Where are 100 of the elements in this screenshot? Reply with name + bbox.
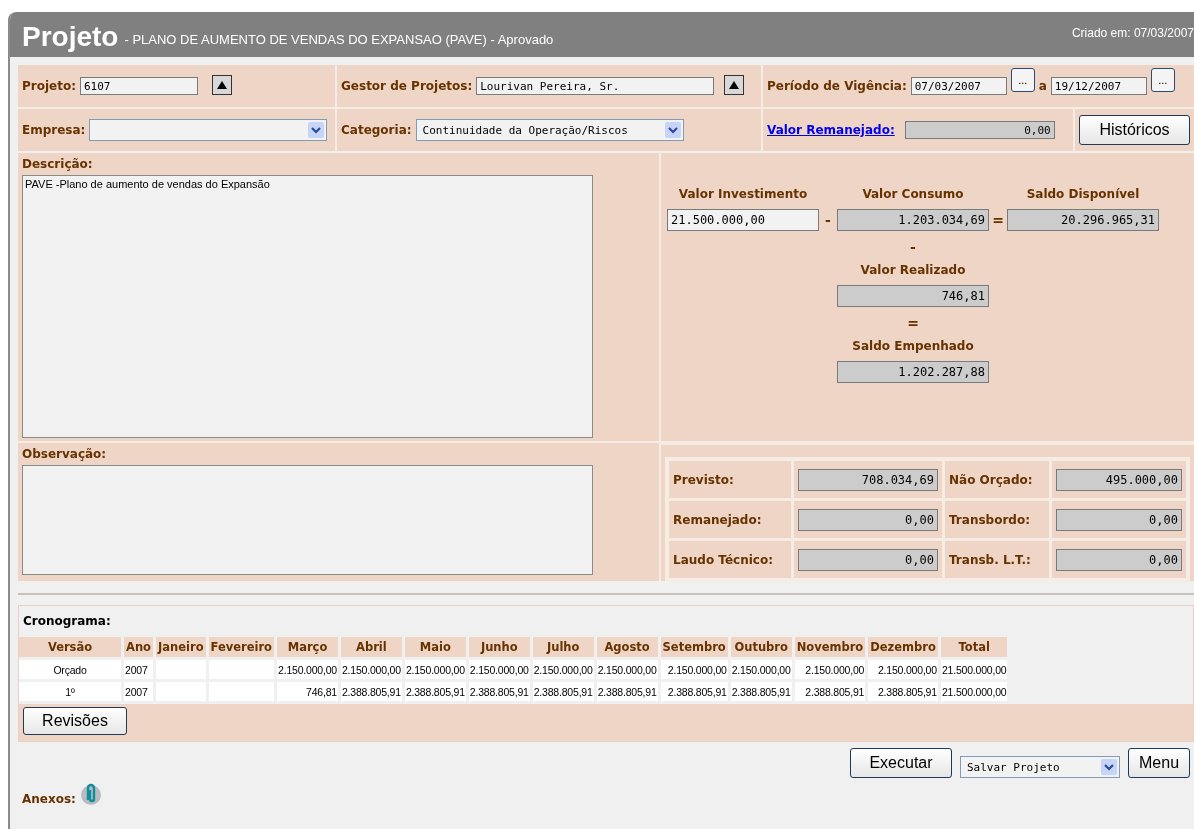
history-button[interactable]: Históricos	[1079, 115, 1190, 145]
column-header: Março	[277, 637, 338, 657]
column-header: Setembro	[660, 637, 728, 657]
field-label: Empresa:	[22, 123, 86, 137]
column-header: Julho	[532, 637, 594, 657]
equals-sign: =	[907, 315, 919, 331]
table-cell: Orçado	[19, 660, 121, 679]
summary-label: Transb. L.T.:	[949, 552, 1031, 567]
reallocated-value-field[interactable]: 0,00	[904, 121, 1055, 139]
column-label: Valor Consumo	[862, 187, 964, 201]
table-cell: 2.150.000,00	[532, 660, 594, 679]
end-date-field[interactable]: 19/12/2007	[1050, 77, 1147, 95]
description-field[interactable]: PAVE -Plano de aumento de vendas do Expansão	[22, 175, 593, 438]
up-arrow-icon	[729, 81, 740, 89]
column-label: Valor Investimento	[678, 187, 808, 201]
execute-button[interactable]: Executar	[850, 748, 952, 778]
field-label: Categoria:	[341, 123, 412, 137]
column-header: Fevereiro	[208, 637, 275, 657]
table-cell: 2.150.000,00	[468, 660, 530, 679]
column-label: Saldo Empenhado	[852, 339, 974, 353]
table-cell: 2.150.000,00	[794, 660, 866, 679]
table-cell: 2.388.805,91	[404, 682, 466, 701]
lookup-button[interactable]	[724, 75, 745, 95]
table-cell: 2.388.805,91	[730, 682, 792, 701]
summary-value-field[interactable]: 0,00	[1056, 548, 1182, 571]
column-header: Agosto	[596, 637, 658, 657]
revisions-button[interactable]: Revisões	[23, 707, 127, 735]
created-date: Criado em: 07/03/2007	[1071, 26, 1194, 40]
column-header: Dezembro	[868, 637, 938, 657]
consumption-field[interactable]: 1.203.034,69	[837, 209, 989, 231]
table-cell: 2.150.000,00	[404, 660, 466, 679]
table-cell: 2.150.000,00	[340, 660, 402, 679]
table-cell: 2.150.000,00	[730, 660, 792, 679]
page-title: Projeto	[22, 20, 119, 54]
paperclip-icon[interactable]	[79, 782, 102, 806]
field-label: Descrição:	[22, 157, 94, 171]
table-cell: 2.150.000,00	[277, 660, 338, 679]
column-header: Abril	[340, 637, 402, 657]
category-select[interactable]: Continuidade da Operação/Riscos	[415, 119, 684, 141]
equals-sign: =	[992, 212, 1004, 228]
field-label: Observação:	[22, 447, 108, 461]
summary-value-field[interactable]: 0,00	[1056, 508, 1182, 531]
table-cell: 2.150.000,00	[868, 660, 938, 679]
column-header: Maio	[404, 637, 466, 657]
date-picker-button[interactable]: ...	[1150, 68, 1175, 92]
column-header: Ano	[124, 637, 153, 657]
table-cell: 2.388.805,91	[794, 682, 866, 701]
summary-value-field[interactable]: 708.034,69	[798, 468, 938, 491]
summary-label: Remanejado:	[673, 512, 762, 527]
table-cell: 2.388.805,91	[340, 682, 402, 701]
minus-sign: -	[910, 239, 916, 255]
summary-label: Não Orçado:	[949, 472, 1033, 487]
date-picker-button[interactable]: ...	[1010, 68, 1035, 92]
action-select[interactable]: Salvar Projeto	[960, 756, 1120, 778]
page-subtitle: - PLANO DE AUMENTO DE VENDAS DO EXPANSAO (PAVE) - Aprovado	[124, 32, 555, 48]
summary-label: Laudo Técnico:	[673, 552, 773, 567]
table-cell: 2.150.000,00	[596, 660, 658, 679]
column-header: Junho	[468, 637, 530, 657]
summary-value-field[interactable]: 0,00	[798, 548, 938, 571]
column-header: Versão	[19, 637, 121, 657]
committed-balance-field[interactable]: 1.202.287,88	[837, 361, 989, 383]
table-cell: 746,81	[277, 682, 338, 701]
table-cell: 2.388.805,91	[596, 682, 658, 701]
start-date-field[interactable]: 07/03/2007	[910, 77, 1007, 95]
menu-button[interactable]: Menu	[1128, 748, 1190, 778]
lookup-button[interactable]	[212, 75, 232, 95]
reallocated-value-link[interactable]: Valor Remanejado:	[767, 123, 895, 137]
company-select[interactable]	[89, 119, 328, 141]
column-header: Janeiro	[156, 637, 206, 657]
table-cell: 2007	[124, 660, 153, 679]
table-cell: 2007	[124, 682, 153, 701]
attachments-label: Anexos:	[22, 792, 76, 806]
table-cell: 21.500.000,00	[940, 682, 1008, 701]
summary-value-field[interactable]: 495.000,00	[1056, 468, 1182, 491]
table-cell: 2.388.805,91	[468, 682, 530, 701]
table-cell: 21.500.000,00	[940, 660, 1008, 679]
available-balance-field[interactable]: 20.296.965,31	[1007, 209, 1159, 231]
table-cell: 2.150.000,00	[660, 660, 728, 679]
investment-field[interactable]: 21.500.000,00	[667, 209, 819, 231]
column-header: Total	[940, 637, 1008, 657]
field-label: Gestor de Projetos:	[341, 79, 473, 93]
up-arrow-icon	[217, 81, 227, 89]
column-header: Novembro	[794, 637, 866, 657]
table-cell: 2.388.805,91	[660, 682, 728, 701]
column-label: Valor Realizado	[860, 263, 966, 277]
range-separator: a	[1038, 79, 1047, 93]
summary-label: Previsto:	[673, 472, 734, 487]
summary-label: Transbordo:	[949, 512, 1030, 527]
table-cell: 2.388.805,91	[532, 682, 594, 701]
section-title: Cronograma:	[22, 613, 112, 630]
observation-field[interactable]	[22, 465, 593, 575]
project-field[interactable]: 6107	[80, 77, 198, 95]
column-header: Outubro	[730, 637, 792, 657]
minus-sign: -	[825, 212, 831, 228]
table-cell: 1º	[19, 682, 121, 701]
summary-value-field[interactable]: 0,00	[798, 508, 938, 531]
column-label: Saldo Disponível	[1026, 187, 1140, 201]
realized-value-field[interactable]: 746,81	[837, 285, 989, 307]
field-label: Projeto:	[22, 79, 76, 93]
manager-field[interactable]: Lourivan Pereira, Sr.	[476, 77, 715, 95]
